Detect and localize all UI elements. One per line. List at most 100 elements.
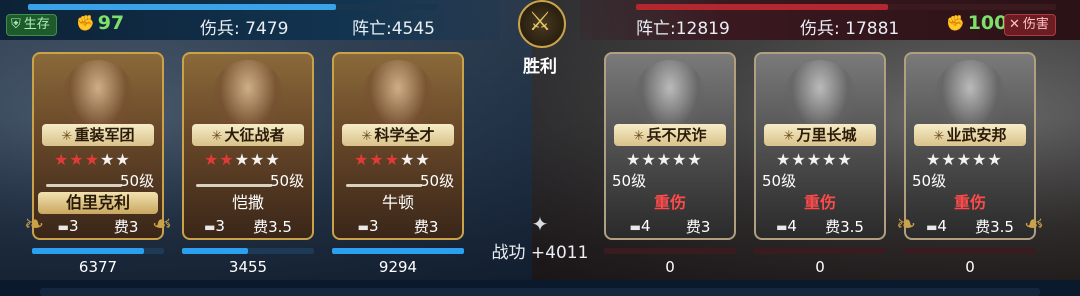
tank-icon: ▬ (204, 220, 216, 234)
hero-card[interactable]: ✳ 万里长城 ★★★★★ 50级 重伤 ▬4 费3.5 (754, 52, 886, 240)
deploy-cost: 费3.5 (253, 217, 292, 236)
sword-emblem-icon: ⚔ (528, 7, 552, 37)
star-icon: ★ (69, 150, 85, 169)
star-icon: ★ (806, 150, 823, 169)
ally-top-bar: ⛨ 生存 ✊ 97 伤兵: 7479 阵亡:4545 (0, 0, 500, 40)
unit-cost-row: ▬3 费3.5 (190, 216, 306, 236)
star-rating: ★★★★★ (926, 150, 1003, 169)
xp-line (346, 184, 422, 187)
fist-icon: ✊ (946, 14, 965, 32)
skill-name: 万里长城 (796, 126, 857, 144)
hero-card[interactable]: ✳ 兵不厌诈 ★★★★★ 50级 重伤 ▬4 费3 (604, 52, 736, 240)
hero-name: 牛顿 (381, 193, 414, 212)
star-icon: ★ (234, 150, 251, 169)
laurel-decoration: ❧ ❧ (24, 210, 172, 238)
xp-line (46, 184, 122, 187)
deploy-cost: 费3 (413, 217, 439, 236)
hero-score: 0 (665, 258, 675, 276)
star-icon: ★ (250, 150, 266, 169)
ally-morale-value: 97 (97, 12, 125, 34)
ally-dead: 阵亡:4545 (352, 19, 435, 39)
merit-icon: ✦ (531, 212, 549, 236)
skill-name: 重装军团 (74, 126, 135, 144)
star-icon: ★ (265, 150, 281, 169)
star-icon: ★ (687, 150, 703, 169)
skill-icon: ✳ (633, 129, 645, 144)
merit-display: ✦ 战功 +4011 (486, 214, 594, 263)
hero-score: 0 (815, 258, 825, 276)
hero-score: 9294 (378, 258, 418, 276)
merit-value: 战功 +4011 (491, 243, 589, 263)
tank-icon: ▬ (776, 220, 788, 234)
ally-morale: ✊ 97 (76, 12, 124, 34)
hero-score: 3455 (228, 258, 268, 276)
skill-icon: ✳ (933, 129, 945, 144)
skill-name: 大征战者 (224, 126, 285, 144)
hero-card[interactable]: ✳ 科学全才 ★★★★★ 50级 牛顿 ▬3 费3 (332, 52, 464, 240)
damage-badge[interactable]: ✕ 伤害 (1004, 14, 1056, 36)
star-rating: ★★★★★ (776, 150, 853, 169)
hero-level: 50级 (420, 172, 455, 190)
star-rating: ★★★★★ (354, 150, 431, 169)
unit-cost-row: ▬3 费3 (340, 216, 456, 236)
close-icon: ✕ (1009, 17, 1020, 32)
tank-icon: ▬ (357, 220, 369, 234)
hero-hp-bar (754, 248, 886, 254)
hero-hp-bar (604, 248, 736, 254)
enemy-dead: 阵亡:12819 (636, 19, 730, 39)
star-rating: ★★★★★ (204, 150, 281, 169)
star-icon: ★ (54, 150, 70, 169)
hero-level: 50级 (612, 172, 647, 190)
hero-score: 6377 (78, 258, 118, 276)
star-icon: ★ (656, 150, 673, 169)
injured-status: 重伤 (803, 193, 836, 212)
star-icon: ★ (369, 150, 385, 169)
skill-label: ✳ 重装军团 (42, 124, 154, 146)
enemy-morale-value: 100 (967, 12, 1008, 34)
hero-hp-bar (32, 248, 164, 254)
ally-total-hp-bar (28, 4, 438, 10)
star-icon: ★ (972, 150, 988, 169)
hero-name: 恺撒 (231, 193, 264, 212)
hero-hp-bar (182, 248, 314, 254)
skill-label: ✳ 大征战者 (192, 124, 304, 146)
star-icon: ★ (415, 150, 431, 169)
star-icon: ★ (941, 150, 957, 169)
star-icon: ★ (84, 150, 101, 169)
hero-score: 0 (965, 258, 975, 276)
injured-status: 重伤 (653, 193, 686, 212)
hero-level: 50级 (762, 172, 797, 190)
bottom-strip (0, 280, 1080, 296)
xp-line (196, 184, 272, 187)
tank-icon: ▬ (629, 220, 641, 234)
star-icon: ★ (926, 150, 942, 169)
unit-count-value: 3 (368, 217, 379, 235)
unit-cost-row: ▬4 费3.5 (762, 216, 878, 236)
unit-count: ▬3 (204, 217, 225, 235)
ally-wounded: 伤兵: 7479 (200, 19, 289, 39)
fist-icon: ✊ (76, 14, 95, 32)
hero-level: 50级 (120, 172, 155, 190)
unit-cost-row: ▬4 费3 (612, 216, 728, 236)
hero-level: 50级 (912, 172, 947, 190)
star-icon: ★ (776, 150, 792, 169)
skill-name: 科学全才 (374, 126, 435, 144)
deploy-cost: 费3.5 (825, 217, 864, 236)
hero-hp-bar (904, 248, 1036, 254)
skill-label: ✳ 科学全才 (342, 124, 454, 146)
star-icon: ★ (837, 150, 853, 169)
unit-count: ▬4 (630, 217, 651, 235)
star-icon: ★ (956, 150, 973, 169)
star-icon: ★ (100, 150, 116, 169)
skill-icon: ✳ (361, 129, 373, 144)
hero-card[interactable]: ✳ 大征战者 ★★★★★ 50级 恺撒 ▬3 费3.5 (182, 52, 314, 240)
unit-count: ▬4 (776, 217, 797, 235)
star-icon: ★ (672, 150, 688, 169)
battle-result: 胜利 (523, 57, 557, 77)
star-icon: ★ (115, 150, 131, 169)
battle-report-panel: ⛨ 生存 ✊ 97 伤兵: 7479 阵亡:4545 阵亡:12819 伤兵: … (0, 0, 1080, 296)
star-rating: ★★★★★ (626, 150, 703, 169)
survive-badge-label: 生存 (23, 17, 50, 32)
skill-icon: ✳ (61, 129, 73, 144)
enemy-total-hp-bar (636, 4, 1056, 10)
